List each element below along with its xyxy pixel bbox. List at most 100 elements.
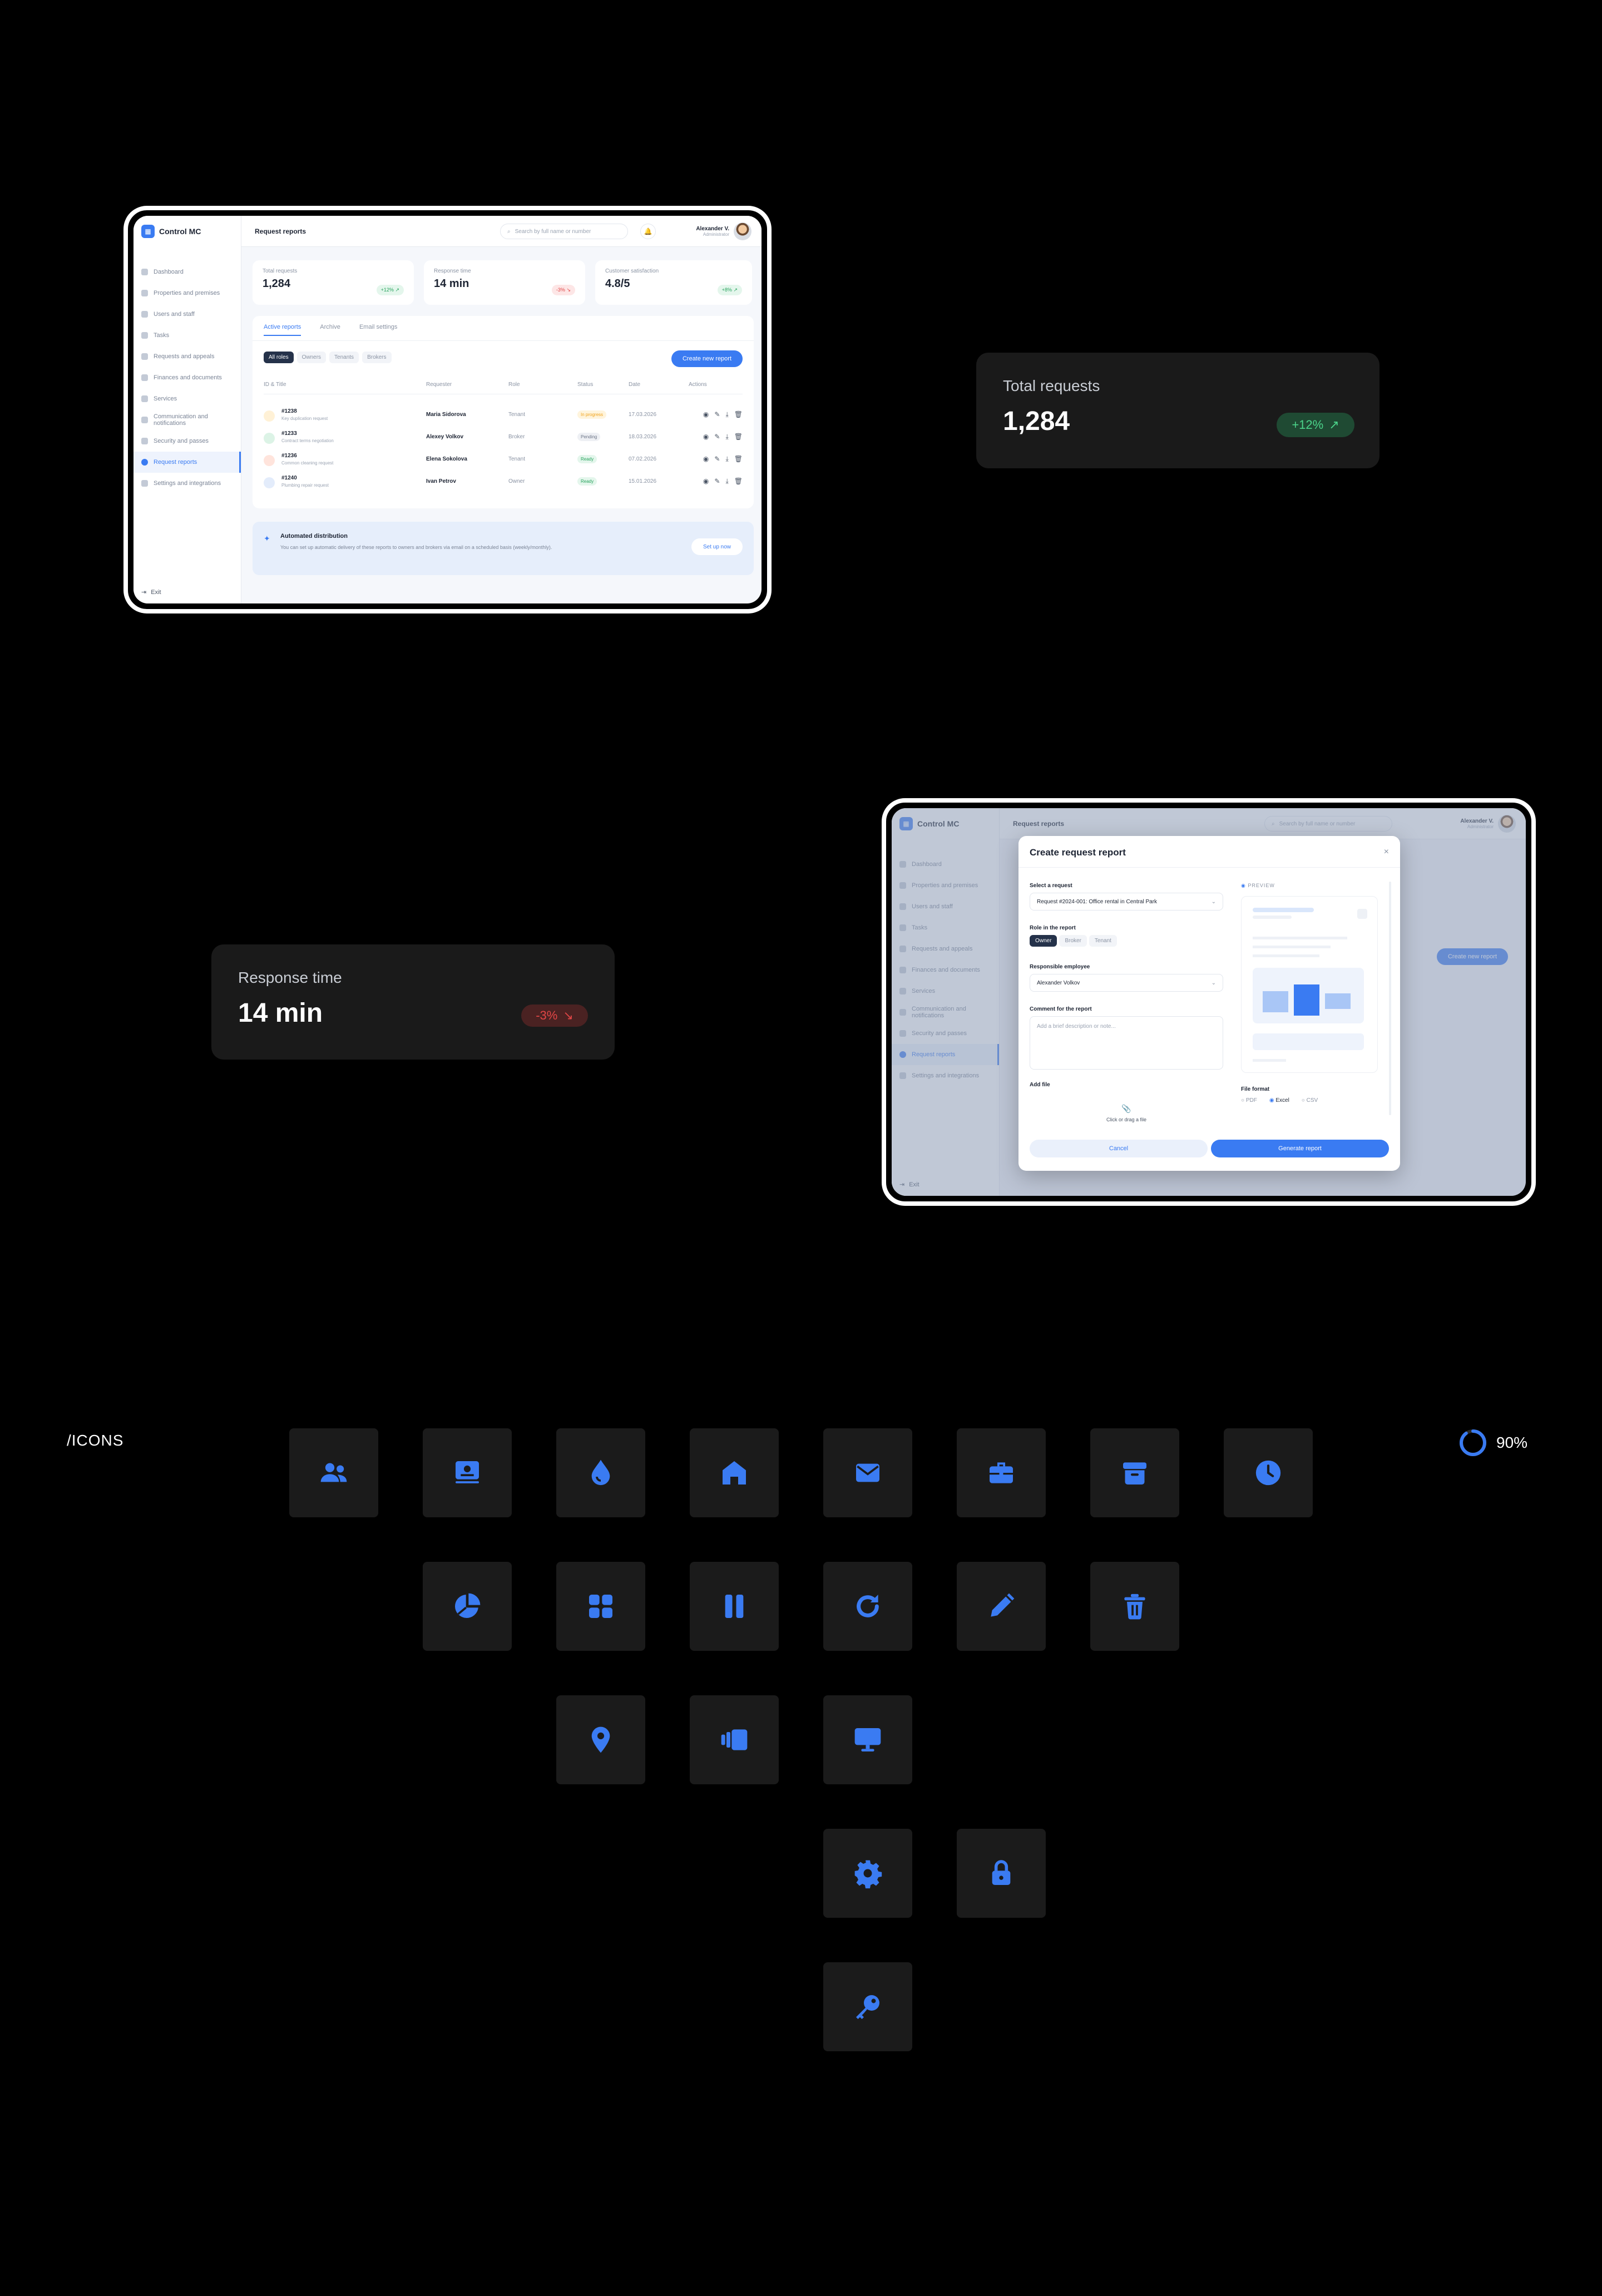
sidebar-item-settings[interactable]: Settings and integrations xyxy=(134,473,241,494)
tab-active-reports[interactable]: Active reports xyxy=(264,324,301,336)
exit-button[interactable]: ⇥ Exit xyxy=(141,588,161,596)
filter-brokers[interactable]: Brokers xyxy=(362,352,392,363)
refresh-icon[interactable] xyxy=(823,1562,912,1651)
pencil-icon[interactable]: ✎ xyxy=(714,433,720,441)
format-label: PDF xyxy=(1245,1097,1257,1104)
preview-line xyxy=(1253,916,1292,919)
pencil-icon[interactable] xyxy=(957,1562,1046,1651)
format-pdf[interactable]: ○ PDF xyxy=(1241,1097,1257,1104)
select-request-label: Select a request xyxy=(1030,883,1072,889)
scrollbar[interactable] xyxy=(1389,882,1391,1115)
generate-report-button[interactable]: Generate report xyxy=(1211,1140,1389,1157)
preview-line xyxy=(1253,954,1319,957)
cards-icon[interactable] xyxy=(690,1695,779,1784)
column-header: Actions xyxy=(689,382,707,388)
mail-icon[interactable] xyxy=(823,1428,912,1517)
user-menu[interactable]: Alexander V.Administrator xyxy=(696,222,751,240)
eye-icon[interactable]: ◉ xyxy=(703,433,709,441)
pause-icon[interactable] xyxy=(690,1562,779,1651)
eye-icon[interactable]: ◉ xyxy=(703,477,709,486)
role-tenant[interactable]: Tenant xyxy=(1089,935,1117,947)
table-row[interactable]: #1240 Plumbing repair request Ivan Petro… xyxy=(264,473,743,495)
filter-tenants[interactable]: Tenants xyxy=(329,352,359,363)
tab-archive[interactable]: Archive xyxy=(320,324,340,336)
preview-line xyxy=(1253,1059,1286,1062)
pencil-icon[interactable]: ✎ xyxy=(714,455,720,463)
card-value: 14 min xyxy=(238,998,323,1028)
trash-icon[interactable] xyxy=(1090,1562,1179,1651)
employee-select[interactable]: Alexander Volkov ⌄ xyxy=(1030,974,1223,992)
filter-all-roles[interactable]: All roles xyxy=(264,352,294,363)
trash-icon[interactable]: 🗑 xyxy=(734,433,743,441)
close-icon[interactable]: × xyxy=(1384,847,1389,857)
row-role: Tenant xyxy=(508,456,526,462)
eye-icon[interactable]: ◉ xyxy=(703,410,709,419)
trash-icon[interactable]: 🗑 xyxy=(734,477,743,486)
id-card-icon[interactable] xyxy=(423,1428,512,1517)
request-select[interactable]: Request #2024-001: Office rental in Cent… xyxy=(1030,893,1223,911)
status-badge: In progress xyxy=(577,410,607,419)
grid-icon[interactable] xyxy=(556,1562,645,1651)
sidebar-item-tasks[interactable]: Tasks xyxy=(134,325,241,346)
reports-tabs: Active reports Archive Email settings xyxy=(264,324,397,336)
briefcase-icon[interactable] xyxy=(957,1428,1046,1517)
tab-email-settings[interactable]: Email settings xyxy=(359,324,397,336)
kpi-total-requests: Total requests 1,284 +12% ↗ xyxy=(253,260,414,305)
delta-badge: +12% ↗ xyxy=(1277,413,1354,437)
download-icon[interactable]: ⤓ xyxy=(725,410,728,419)
sidebar-item-users[interactable]: Users and staff xyxy=(134,304,241,325)
sidebar-item-label: Users and staff xyxy=(154,310,195,318)
sidebar-item-services[interactable]: Services xyxy=(134,388,241,409)
cancel-button[interactable]: Cancel xyxy=(1030,1140,1208,1157)
table-row[interactable]: #1236 Common cleaning request Elena Soko… xyxy=(264,451,743,473)
download-icon[interactable]: ⤓ xyxy=(725,477,728,486)
file-hint: Click or drag a file xyxy=(1106,1116,1147,1122)
role-owner[interactable]: Owner xyxy=(1030,935,1057,947)
sidebar-item-properties[interactable]: Properties and premises xyxy=(134,283,241,304)
home-icon xyxy=(141,290,148,296)
table-row[interactable]: #1238 Key duplication request Maria Sido… xyxy=(264,406,743,428)
sidebar-item-request-reports[interactable]: Request reports xyxy=(134,452,241,473)
eye-icon[interactable]: ◉ xyxy=(703,455,709,463)
icons-section-title: /ICONS xyxy=(67,1432,124,1449)
role-broker[interactable]: Broker xyxy=(1059,935,1087,947)
comment-textarea[interactable]: Add a brief description or note... xyxy=(1030,1016,1223,1070)
setup-now-button[interactable]: Set up now xyxy=(691,538,743,555)
drop-icon[interactable] xyxy=(556,1428,645,1517)
pencil-icon[interactable]: ✎ xyxy=(714,477,720,486)
trash-icon[interactable]: 🗑 xyxy=(734,455,743,463)
filter-owners[interactable]: Owners xyxy=(296,352,327,363)
trash-icon[interactable]: 🗑 xyxy=(734,410,743,419)
gear-icon[interactable] xyxy=(823,1829,912,1918)
download-icon[interactable]: ⤓ xyxy=(725,433,728,441)
comment-label: Comment for the report xyxy=(1030,1006,1092,1012)
sidebar-item-communication[interactable]: Communication and notifications xyxy=(134,409,241,430)
format-excel[interactable]: ◉ Excel xyxy=(1269,1097,1289,1104)
download-icon[interactable]: ⤓ xyxy=(725,455,728,463)
key-icon[interactable] xyxy=(823,1962,912,2051)
sidebar-item-dashboard[interactable]: Dashboard xyxy=(134,261,241,283)
sparkle-icon: ✦ xyxy=(264,534,270,543)
search-input[interactable]: ⌕ Search by full name or number xyxy=(500,224,628,239)
sidebar-item-finances[interactable]: Finances and documents xyxy=(134,367,241,388)
card-label: Total requests xyxy=(1003,377,1100,394)
users-icon[interactable] xyxy=(289,1428,378,1517)
clock-icon[interactable] xyxy=(1224,1428,1313,1517)
sidebar-item-requests[interactable]: Requests and appeals xyxy=(134,346,241,367)
table-row[interactable]: #1233 Contract terms negotiation Alexey … xyxy=(264,428,743,451)
sidebar-item-security[interactable]: Security and passes xyxy=(134,430,241,452)
lock-icon[interactable] xyxy=(957,1829,1046,1918)
app-logo[interactable]: ▦ Control MC xyxy=(141,225,201,238)
notification-bell-icon[interactable]: 🔔 xyxy=(640,224,656,239)
column-header: Status xyxy=(577,382,594,388)
dashboard-icon xyxy=(141,269,148,275)
archive-icon[interactable] xyxy=(1090,1428,1179,1517)
map-pin-icon[interactable] xyxy=(556,1695,645,1784)
pencil-icon[interactable]: ✎ xyxy=(714,410,720,419)
home-icon[interactable] xyxy=(690,1428,779,1517)
format-csv[interactable]: ○ CSV xyxy=(1302,1097,1318,1104)
pie-chart-icon[interactable] xyxy=(423,1562,512,1651)
create-report-button[interactable]: Create new report xyxy=(671,350,743,367)
monitor-icon[interactable] xyxy=(823,1695,912,1784)
file-dropzone[interactable]: 📎 Click or drag a file xyxy=(1030,1093,1223,1133)
